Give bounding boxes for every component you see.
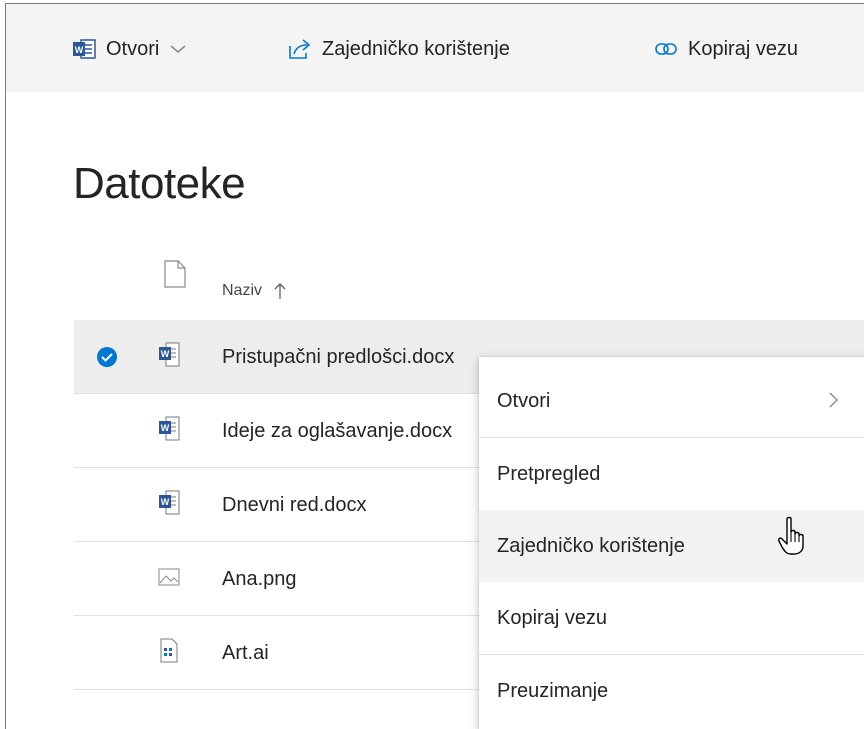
menu-item-label: Otvori — [497, 389, 551, 412]
menu-item-preview[interactable]: Pretpregled — [479, 438, 864, 510]
menu-item-label: Zajedničko korištenje — [497, 534, 685, 557]
file-name[interactable]: Ana.png — [222, 568, 297, 591]
file-type-icon[interactable] — [164, 260, 186, 293]
menu-item-copy-link[interactable]: Kopiraj vezu — [479, 582, 864, 654]
arrow-up-icon — [274, 282, 286, 300]
menu-item-label: Kopiraj vezu — [497, 606, 608, 629]
file-name[interactable]: Ideje za oglašavanje.docx — [222, 420, 452, 443]
open-button[interactable]: W Otvori — [72, 34, 187, 64]
word-file-icon: W — [158, 342, 180, 373]
menu-item-label: Preuzimanje — [497, 679, 609, 702]
command-bar: W Otvori Zajedničko korištenje Kopiraj v… — [6, 4, 864, 92]
file-name[interactable]: Dnevni red.docx — [222, 494, 367, 517]
name-column-label: Naziv — [222, 282, 263, 299]
list-header: Naziv — [74, 246, 864, 321]
file-name[interactable]: Art.ai — [222, 642, 269, 665]
svg-text:W: W — [75, 45, 84, 55]
chevron-down-icon — [169, 43, 187, 55]
link-icon — [654, 38, 678, 60]
share-button[interactable]: Zajedničko korištenje — [288, 34, 510, 64]
hand-pointer-icon — [777, 516, 809, 561]
share-label: Zajedničko korištenje — [322, 37, 510, 60]
menu-item-label: Pretpregled — [497, 462, 601, 485]
svg-text:W: W — [161, 349, 170, 359]
svg-text:W: W — [161, 497, 170, 507]
menu-item-open[interactable]: Otvori — [479, 365, 864, 437]
open-label: Otvori — [106, 37, 160, 60]
word-icon: W — [72, 38, 96, 60]
app-frame: W Otvori Zajedničko korištenje Kopiraj v… — [5, 3, 864, 729]
word-file-icon: W — [158, 416, 180, 447]
svg-text:W: W — [161, 423, 170, 433]
file-name[interactable]: Pristupačni predlošci.docx — [222, 346, 454, 369]
name-column-header[interactable]: Naziv — [222, 282, 286, 300]
copy-link-button[interactable]: Kopiraj vezu — [654, 34, 798, 64]
illustrator-file-icon — [158, 638, 180, 669]
word-file-icon: W — [158, 490, 180, 521]
menu-item-download[interactable]: Preuzimanje — [479, 655, 864, 727]
check-circle-icon[interactable] — [96, 346, 118, 373]
image-file-icon — [158, 564, 180, 595]
page-title: Datoteke — [73, 159, 246, 208]
copy-link-label: Kopiraj vezu — [688, 37, 799, 60]
share-icon — [288, 38, 312, 60]
chevron-right-icon — [827, 391, 839, 415]
